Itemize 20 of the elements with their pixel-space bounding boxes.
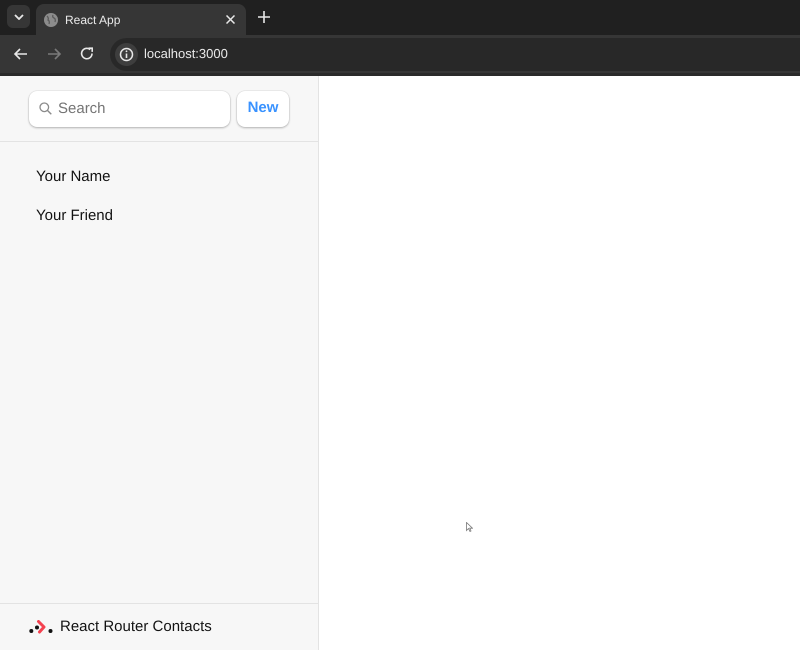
address-bar[interactable]: localhost:3000 xyxy=(110,38,800,70)
contact-link[interactable]: Your Friend xyxy=(28,197,290,236)
info-icon[interactable] xyxy=(115,42,138,66)
globe-icon xyxy=(44,12,58,26)
tab-list-button[interactable] xyxy=(7,5,30,28)
chevron-down-icon xyxy=(14,14,24,20)
close-icon xyxy=(226,15,234,24)
search-field[interactable]: Search xyxy=(29,90,230,126)
forward-arrow-icon xyxy=(46,46,62,62)
app-title: React Router Contacts xyxy=(60,616,212,637)
cursor-icon xyxy=(466,522,473,532)
reload-icon xyxy=(78,46,94,62)
plus-icon xyxy=(258,11,270,23)
logo-icon xyxy=(29,620,53,634)
tab-title: React App xyxy=(65,12,122,28)
search-icon xyxy=(39,102,52,114)
url-text: localhost:3000 xyxy=(144,45,228,64)
contact-link[interactable]: Your Name xyxy=(28,158,290,197)
back-arrow-icon xyxy=(12,46,28,62)
browser-tab[interactable]: React App xyxy=(36,4,246,35)
